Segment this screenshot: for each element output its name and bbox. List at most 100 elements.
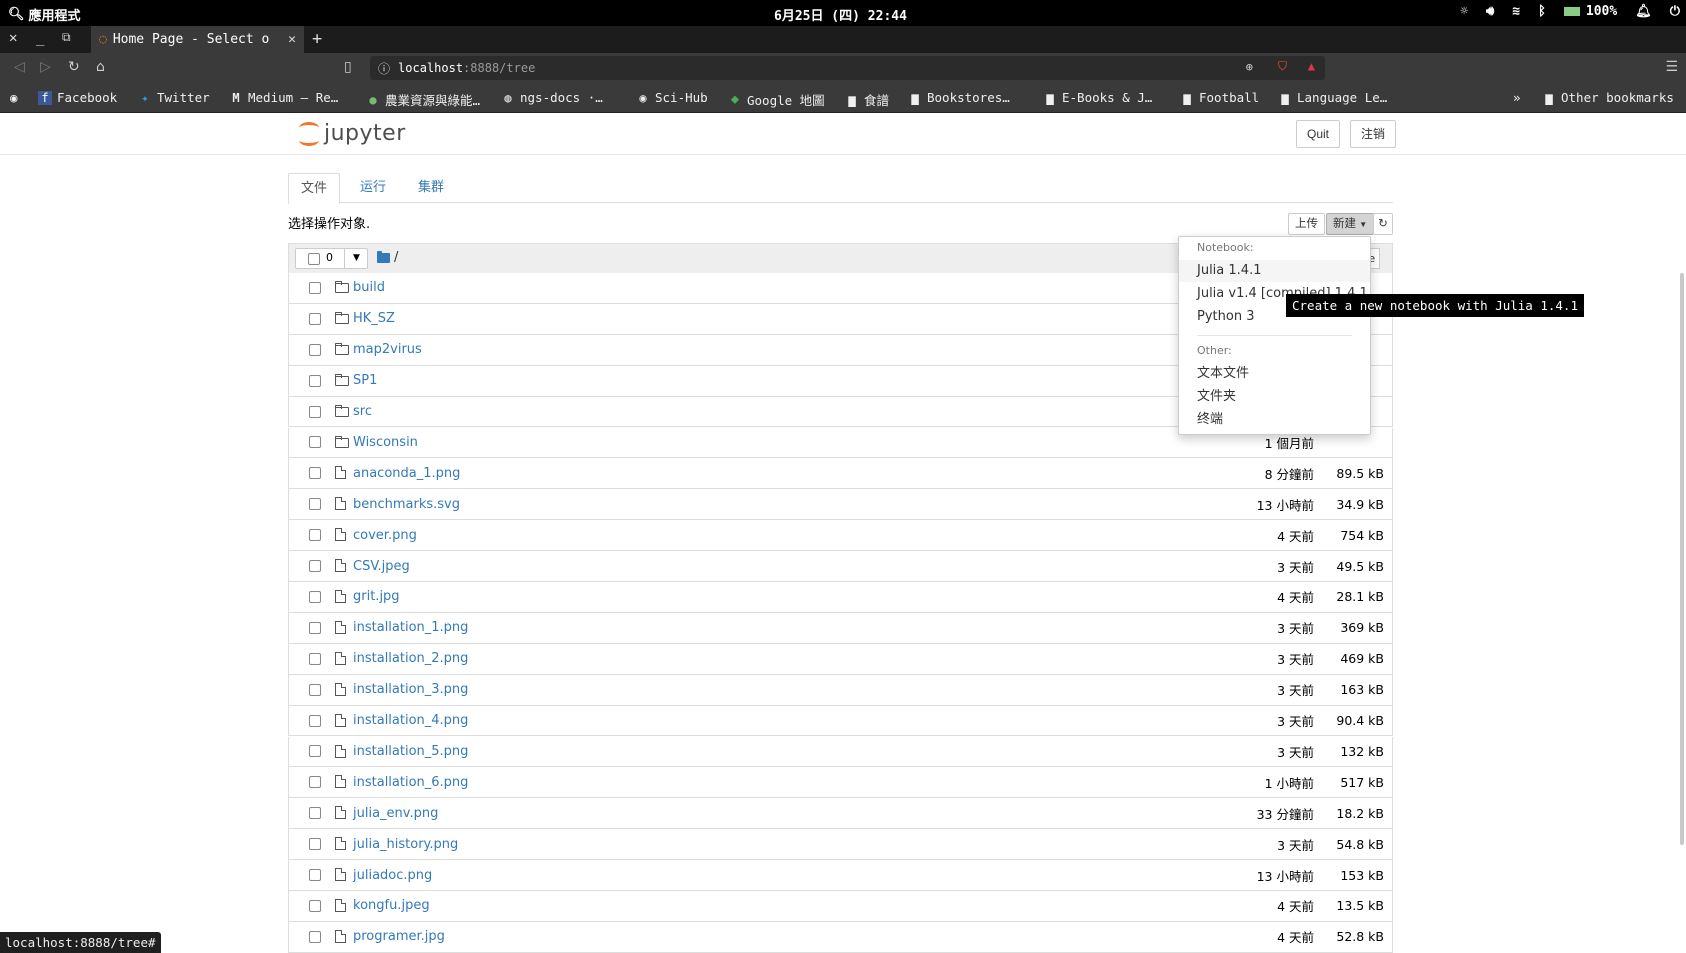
file-row[interactable]: kongfu.jpeg 4 天前 13.5 kB — [288, 891, 1393, 922]
tab-files[interactable]: 文件 — [288, 173, 341, 204]
item-name-link[interactable]: julia_env.png — [353, 806, 438, 821]
brightness-icon[interactable]: ☼ — [1460, 4, 1468, 19]
refresh-button[interactable]: ↻ — [1373, 213, 1393, 235]
row-checkbox[interactable] — [309, 807, 321, 820]
bookmark-folder-football[interactable]: ▆ Football — [1180, 90, 1259, 105]
restore-window-icon[interactable]: ⧉ — [62, 30, 71, 45]
file-row[interactable]: benchmarks.svg 13 小時前 34.9 kB — [288, 489, 1393, 521]
item-name-link[interactable]: cover.png — [353, 528, 417, 543]
item-name-link[interactable]: map2virus — [353, 342, 422, 357]
item-name-link[interactable]: src — [353, 404, 372, 419]
menu-item-julia-141[interactable]: Julia 1.4.1 — [1179, 260, 1370, 282]
bookmark-facebook[interactable]: f Facebook — [38, 90, 117, 105]
bell-icon[interactable]: 🔔︎ — [1635, 4, 1652, 19]
page-scrollbar[interactable] — [1680, 273, 1684, 845]
item-name-link[interactable]: build — [353, 280, 385, 295]
row-checkbox[interactable] — [309, 652, 321, 665]
breadcrumb[interactable]: / — [377, 250, 398, 265]
item-name-link[interactable]: installation_4.png — [353, 713, 468, 728]
row-checkbox[interactable] — [309, 498, 321, 511]
bookmark-folder-ebooks[interactable]: ▆ E-Books & J… — [1043, 90, 1152, 105]
item-name-link[interactable]: SP1 — [353, 373, 377, 388]
file-row[interactable]: juliadoc.png 13 小時前 153 kB — [288, 860, 1393, 891]
file-row[interactable]: installation_1.png 3 天前 369 kB — [288, 612, 1393, 644]
tab-running[interactable]: 运行 — [348, 173, 398, 203]
item-name-link[interactable]: installation_5.png — [353, 744, 468, 759]
file-row[interactable]: grit.jpg 4 天前 28.1 kB — [288, 582, 1393, 613]
apps-menu-label[interactable]: 應用程式 — [29, 5, 81, 24]
row-checkbox[interactable] — [309, 436, 321, 449]
bookmark-twitter[interactable]: ✦ Twitter — [138, 90, 209, 105]
file-row[interactable]: cover.png 4 天前 754 kB — [288, 520, 1393, 552]
item-name-link[interactable]: kongfu.jpeg — [353, 898, 430, 913]
power-icon[interactable]: ⏻ — [1670, 4, 1680, 19]
row-checkbox[interactable] — [309, 776, 321, 789]
clock[interactable]: 6月25日 (四) 22:44 — [774, 5, 907, 24]
file-row[interactable]: installation_3.png 3 天前 163 kB — [288, 674, 1393, 706]
item-name-link[interactable]: HK_SZ — [353, 311, 395, 326]
bookmark-scihub[interactable]: ◉ Sci-Hub — [636, 90, 707, 105]
row-checkbox[interactable] — [309, 405, 321, 418]
row-checkbox[interactable] — [309, 590, 321, 603]
row-checkbox[interactable] — [309, 714, 321, 727]
home-icon[interactable]: ⌂ — [96, 59, 105, 75]
row-checkbox[interactable] — [309, 621, 321, 634]
item-name-link[interactable]: juliadoc.png — [353, 868, 432, 883]
file-row[interactable]: CSV.jpeg 3 天前 49.5 kB — [288, 551, 1393, 582]
brave-shields-icon[interactable]: ⛉ — [1278, 59, 1287, 74]
file-row[interactable]: anaconda_1.png 8 分鐘前 89.5 kB — [288, 458, 1393, 490]
row-checkbox[interactable] — [309, 467, 321, 480]
bookmark-google-maps[interactable]: ⬥ Google 地圖 — [728, 90, 825, 109]
file-row[interactable]: julia_history.png 3 天前 54.8 kB — [288, 829, 1393, 861]
globe-icon[interactable]: ◉ — [10, 90, 18, 105]
item-name-link[interactable]: CSV.jpeg — [353, 559, 410, 574]
row-checkbox[interactable] — [309, 312, 321, 325]
back-icon[interactable]: ◁ — [14, 59, 25, 75]
item-name-link[interactable]: installation_3.png — [353, 682, 468, 697]
site-info-icon[interactable]: ⓘ — [378, 60, 390, 77]
bookmark-folder-language[interactable]: ▆ Language Le… — [1278, 90, 1387, 105]
brave-rewards-icon[interactable]: ▲ — [1308, 59, 1315, 73]
reload-icon[interactable]: ↻ — [68, 59, 80, 75]
menu-item-terminal[interactable]: 终端 — [1179, 409, 1370, 431]
new-dropdown-button[interactable]: 新建 ▼ — [1326, 213, 1375, 235]
bookmark-page-icon[interactable]: ▯ — [344, 59, 352, 75]
more-bookmarks-button[interactable]: » — [1513, 90, 1521, 105]
file-row[interactable]: julia_env.png 33 分鐘前 18.2 kB — [288, 798, 1393, 830]
item-name-link[interactable]: installation_1.png — [353, 620, 468, 635]
logout-button[interactable]: 注销 — [1350, 120, 1397, 148]
tab-clusters[interactable]: 集群 — [406, 173, 456, 203]
menu-item-text-file[interactable]: 文本文件 — [1179, 363, 1370, 385]
row-checkbox[interactable] — [309, 343, 321, 356]
row-checkbox[interactable] — [309, 838, 321, 851]
file-row[interactable]: installation_6.png 1 小時前 517 kB — [288, 767, 1393, 799]
wifi-icon[interactable]: ≋ — [1512, 4, 1520, 19]
item-name-link[interactable]: programer.jpg — [353, 929, 445, 944]
search-icon[interactable]: 🔍︎ — [8, 7, 25, 22]
bluetooth-icon[interactable]: ᛒ — [1538, 4, 1546, 19]
item-name-link[interactable]: installation_6.png — [353, 775, 468, 790]
address-bar[interactable]: ⓘ localhost:8888/tree ⊕ ⛉ ▲ — [370, 56, 1325, 80]
row-checkbox[interactable] — [309, 869, 321, 882]
item-name-link[interactable]: grit.jpg — [353, 589, 400, 604]
row-checkbox[interactable] — [309, 899, 321, 912]
row-checkbox[interactable] — [309, 374, 321, 387]
close-tab-icon[interactable]: ✕ — [288, 32, 296, 47]
other-bookmarks-folder[interactable]: ▆ Other bookmarks — [1542, 90, 1674, 105]
new-tab-icon[interactable]: + — [312, 29, 322, 49]
bookmark-agri[interactable]: ● 農業資源與綠能… — [366, 90, 480, 109]
upload-button[interactable]: 上传 — [1288, 213, 1325, 235]
select-menu-caret-icon[interactable]: ▼ — [344, 249, 368, 268]
bookmark-ngs-docs[interactable]: ◍ ngs-docs ·… — [501, 90, 602, 105]
file-row[interactable]: installation_4.png 3 天前 90.4 kB — [288, 705, 1393, 737]
tab-home-page[interactable]: ◌ Home Page - Select o ✕ — [91, 26, 304, 53]
close-window-icon[interactable]: ✕ — [9, 30, 17, 46]
forward-icon[interactable]: ▷ — [40, 59, 51, 75]
row-checkbox[interactable] — [309, 529, 321, 542]
minimize-window-icon[interactable]: _ — [36, 30, 44, 46]
item-name-link[interactable]: installation_2.png — [353, 651, 468, 666]
item-name-link[interactable]: julia_history.png — [353, 837, 458, 852]
jupyter-logo[interactable]: jupyter — [298, 119, 406, 147]
item-name-link[interactable]: Wisconsin — [353, 435, 418, 450]
volume-icon[interactable]: 🔊︎ — [1486, 4, 1494, 19]
